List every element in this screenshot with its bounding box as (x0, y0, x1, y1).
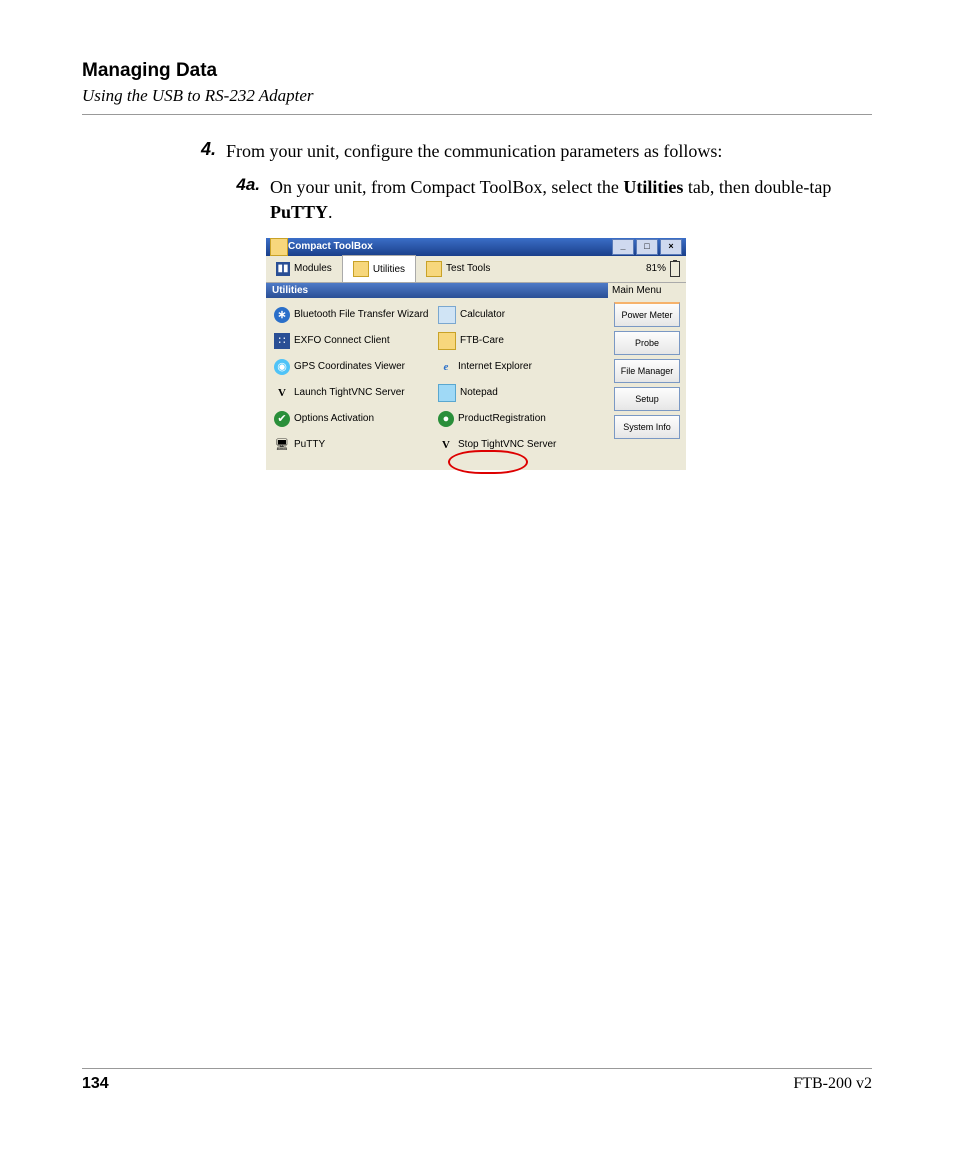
window-titlebar: Compact ToolBox _ □ × (266, 238, 686, 256)
utility-launch-vnc[interactable]: V Launch TightVNC Server (270, 380, 434, 406)
bold-utilities: Utilities (623, 177, 683, 197)
notepad-icon (438, 384, 456, 402)
utility-bluetooth[interactable]: ∗ Bluetooth File Transfer Wizard (270, 302, 434, 328)
calculator-icon (438, 306, 456, 324)
menu-file-manager[interactable]: File Manager (614, 359, 680, 383)
utility-label: PuTTY (294, 439, 325, 450)
menu-header: Main Menu (608, 283, 686, 298)
menu-probe[interactable]: Probe (614, 331, 680, 355)
tab-label: Modules (294, 263, 332, 274)
utility-label: Options Activation (294, 413, 374, 424)
modules-icon: ▮▮ (276, 262, 290, 276)
utility-label: Stop TightVNC Server (458, 439, 556, 450)
footer-divider (82, 1068, 872, 1069)
utility-label: Notepad (460, 387, 498, 398)
utility-label: Bluetooth File Transfer Wizard (294, 309, 429, 320)
vnc-icon: V (274, 385, 290, 401)
utility-label: GPS Coordinates Viewer (294, 361, 405, 372)
utility-product-registration[interactable]: ● ProductRegistration (434, 406, 598, 432)
utility-label: ProductRegistration (458, 413, 546, 424)
utility-label: EXFO Connect Client (294, 335, 390, 346)
menu-system-info[interactable]: System Info (614, 415, 680, 439)
step-number: 4. (180, 139, 226, 163)
tab-bar: ▮▮ Modules Utilities Test Tools 81% (266, 256, 686, 283)
main-menu-panel: Main Menu Power Meter Probe File Manager… (608, 283, 686, 470)
embedded-screenshot: Compact ToolBox _ □ × ▮▮ Modules Utiliti… (266, 238, 686, 470)
utility-ie[interactable]: e Internet Explorer (434, 354, 598, 380)
menu-setup[interactable]: Setup (614, 387, 680, 411)
menu-label: Probe (635, 338, 659, 348)
step-text: From your unit, configure the communicat… (226, 139, 722, 163)
utility-exfo-connect[interactable]: ∷ EXFO Connect Client (270, 328, 434, 354)
utility-label: FTB-Care (460, 335, 504, 346)
window-content: Utilities ∗ Bluetooth File Transfer Wizar… (266, 283, 686, 470)
tools-icon (426, 261, 442, 277)
document-id: FTB-200 v2 (793, 1075, 872, 1093)
window-title: Compact ToolBox (288, 241, 610, 252)
bluetooth-icon: ∗ (274, 307, 290, 323)
menu-label: File Manager (621, 366, 674, 376)
tab-label: Utilities (373, 264, 405, 275)
battery-status: 81% (646, 261, 686, 277)
utility-ftb-care[interactable]: FTB-Care (434, 328, 598, 354)
battery-percent: 81% (646, 263, 666, 274)
panel-header: Utilities (266, 283, 608, 298)
text-fragment: On your unit, from Compact ToolBox, sele… (270, 177, 623, 197)
document-page: Managing Data Using the USB to RS-232 Ad… (0, 0, 954, 1159)
utility-putty[interactable]: 🖥 PuTTY (270, 432, 434, 458)
divider (82, 114, 872, 115)
app-icon (270, 238, 288, 256)
utility-notepad[interactable]: Notepad (434, 380, 598, 406)
substep-4a: 4a. On your unit, from Compact ToolBox, … (226, 175, 872, 224)
putty-icon: 🖥 (274, 437, 290, 453)
menu-label: System Info (623, 422, 671, 432)
utilities-panel: Utilities ∗ Bluetooth File Transfer Wizar… (266, 283, 608, 470)
tab-label: Test Tools (446, 263, 490, 274)
tab-modules[interactable]: ▮▮ Modules (266, 256, 342, 282)
folder-icon (353, 261, 369, 277)
bold-putty: PuTTY (270, 202, 328, 222)
substep-text: On your unit, from Compact ToolBox, sele… (270, 175, 872, 224)
utility-label: Calculator (460, 309, 505, 320)
ie-icon: e (438, 359, 454, 375)
maximize-button[interactable]: □ (636, 239, 658, 255)
registration-icon: ● (438, 411, 454, 427)
text-fragment: . (328, 202, 333, 222)
utility-gps[interactable]: ◉ GPS Coordinates Viewer (270, 354, 434, 380)
utility-calculator[interactable]: Calculator (434, 302, 598, 328)
utility-label: Launch TightVNC Server (294, 387, 405, 398)
tab-utilities[interactable]: Utilities (342, 255, 416, 282)
page-title: Managing Data (82, 60, 872, 82)
utility-stop-vnc[interactable]: V Stop TightVNC Server (434, 432, 598, 458)
tab-test-tools[interactable]: Test Tools (416, 256, 500, 282)
page-footer: 134 FTB-200 v2 (82, 1068, 872, 1093)
text-fragment: tab, then double-tap (683, 177, 831, 197)
minimize-button[interactable]: _ (612, 239, 634, 255)
substep-number: 4a. (226, 175, 270, 224)
activation-icon: ✔ (274, 411, 290, 427)
page-number: 134 (82, 1075, 109, 1093)
globe-icon: ◉ (274, 359, 290, 375)
utility-label: Internet Explorer (458, 361, 532, 372)
menu-label: Power Meter (621, 310, 672, 320)
utilities-grid: ∗ Bluetooth File Transfer Wizard Calculat… (266, 298, 608, 470)
close-button[interactable]: × (660, 239, 682, 255)
battery-icon (670, 261, 680, 277)
exfo-icon: ∷ (274, 333, 290, 349)
folder-icon (438, 332, 456, 350)
menu-power-meter[interactable]: Power Meter (614, 302, 680, 327)
page-subtitle: Using the USB to RS-232 Adapter (82, 86, 872, 106)
utility-options-activation[interactable]: ✔ Options Activation (270, 406, 434, 432)
step-4: 4. From your unit, configure the communi… (180, 139, 872, 163)
vnc-icon: V (438, 437, 454, 453)
menu-label: Setup (635, 394, 659, 404)
